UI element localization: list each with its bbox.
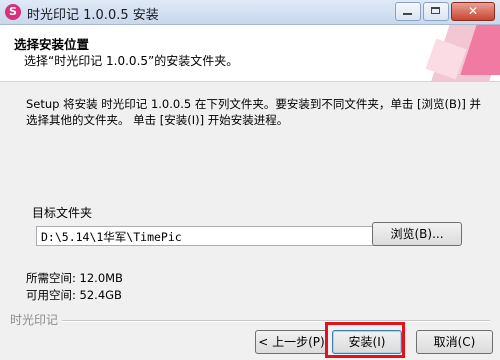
cancel-button[interactable]: 取消(C) [416, 330, 493, 354]
back-button[interactable]: < 上一步(P) [255, 330, 328, 354]
destination-folder-label: 目标文件夹 [32, 206, 93, 220]
installer-window: S 时光印记 1.0.0.5 安装 ✕ 选择安装位置 选择“时光印记 1.0.0… [0, 0, 500, 360]
page-title: 选择安装位置 [14, 37, 90, 52]
page-subtitle: 选择“时光印记 1.0.0.5”的安装文件夹。 [24, 54, 239, 68]
maximize-icon [431, 7, 440, 14]
required-space: 所需空间: 12.0MB [26, 271, 123, 285]
footer-divider [62, 320, 490, 322]
available-space: 可用空间: 52.4GB [26, 288, 122, 302]
install-description: Setup 将安装 时光印记 1.0.0.5 在下列文件夹。要安装到不同文件夹，… [26, 97, 481, 127]
install-highlight-box [325, 322, 405, 358]
close-icon: ✕ [467, 4, 479, 18]
destination-folder-group: 目标文件夹 D:\5.14\1华军\TimePic 浏览(B)... [26, 204, 474, 258]
page-header: 选择安装位置 选择“时光印记 1.0.0.5”的安装文件夹。 [0, 25, 500, 82]
destination-path-input[interactable]: D:\5.14\1华军\TimePic [36, 226, 380, 246]
close-button[interactable]: ✕ [451, 2, 495, 21]
browse-button[interactable]: 浏览(B)... [372, 222, 462, 246]
minimize-button[interactable] [395, 2, 421, 21]
app-icon: S [5, 4, 21, 20]
window-controls: ✕ [395, 2, 495, 21]
maximize-button[interactable] [423, 2, 449, 21]
minimize-icon [403, 13, 412, 15]
window-title: 时光印记 1.0.0.5 安装 [27, 8, 159, 23]
footer-brand: 时光印记 [10, 313, 59, 327]
title-bar: S 时光印记 1.0.0.5 安装 ✕ [0, 0, 500, 25]
